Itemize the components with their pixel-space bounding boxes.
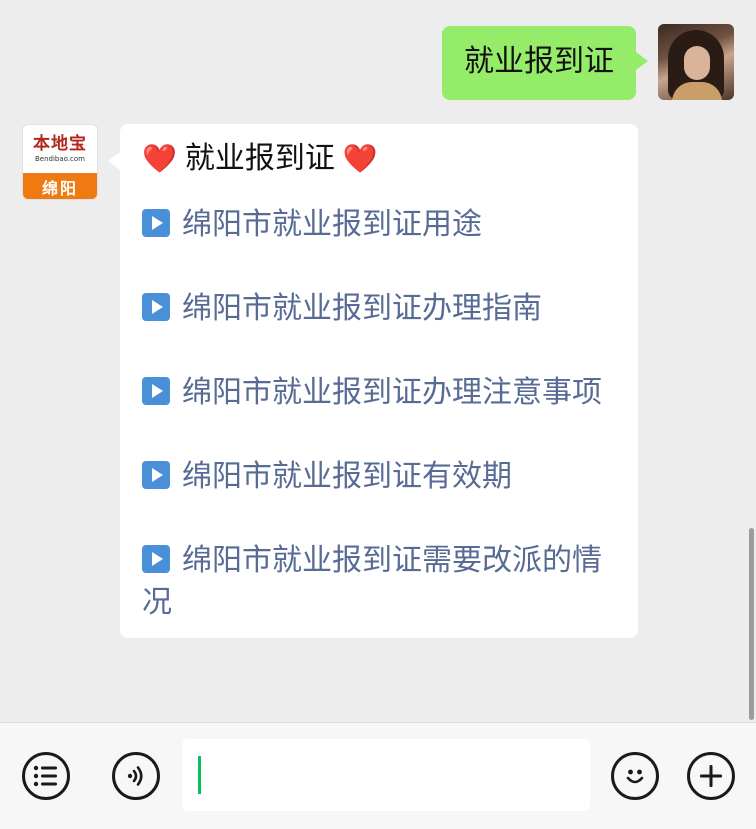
message-title: ❤️ 就业报到证 ❤️ bbox=[142, 136, 618, 182]
user-avatar[interactable] bbox=[658, 24, 734, 100]
play-icon bbox=[142, 461, 170, 489]
link-text: 绵阳市就业报到证用途 bbox=[182, 207, 482, 242]
avatar-face bbox=[684, 46, 710, 80]
input-toolbar bbox=[0, 722, 756, 829]
link-item-validity[interactable]: 绵阳市就业报到证有效期 bbox=[142, 456, 618, 498]
play-icon bbox=[142, 377, 170, 405]
link-text: 绵阳市就业报到证办理指南 bbox=[182, 291, 542, 326]
outgoing-message-row: 就业报到证 bbox=[442, 24, 734, 100]
bot-logo-city: 绵阳 bbox=[23, 173, 97, 199]
incoming-message-bubble: ❤️ 就业报到证 ❤️ 绵阳市就业报到证用途 绵阳市就业报到证办理指南 绵阳市就… bbox=[108, 124, 638, 638]
play-icon bbox=[142, 209, 170, 237]
bot-logo: 本地宝 Bendibao.com bbox=[23, 125, 97, 173]
voice-button[interactable] bbox=[112, 752, 160, 800]
chat-area[interactable]: 就业报到证 本地宝 Bendibao.com 绵阳 ❤️ 就业报到证 ❤️ 绵阳… bbox=[0, 0, 756, 722]
plus-icon bbox=[700, 765, 722, 787]
play-icon bbox=[142, 293, 170, 321]
heart-icon: ❤️ bbox=[342, 142, 378, 175]
play-icon bbox=[142, 545, 170, 573]
link-item-usage[interactable]: 绵阳市就业报到证用途 bbox=[142, 204, 618, 246]
more-button[interactable] bbox=[687, 752, 735, 800]
link-item-guide[interactable]: 绵阳市就业报到证办理指南 bbox=[142, 288, 618, 330]
scrollbar[interactable] bbox=[749, 528, 754, 720]
emoji-icon bbox=[626, 769, 644, 784]
voice-icon bbox=[127, 766, 143, 786]
link-text: 绵阳市就业报到证有效期 bbox=[182, 459, 512, 494]
outgoing-message-bubble[interactable]: 就业报到证 bbox=[442, 26, 648, 100]
menu-list-icon bbox=[33, 765, 57, 787]
text-caret bbox=[198, 756, 201, 794]
menu-button[interactable] bbox=[22, 752, 70, 800]
link-item-reassignment[interactable]: 绵阳市就业报到证需要改派的情况 bbox=[142, 540, 618, 624]
heart-icon: ❤️ bbox=[142, 142, 177, 175]
link-text: 绵阳市就业报到证办理注意事项 bbox=[182, 375, 602, 410]
bot-logo-domain: Bendibao.com bbox=[34, 155, 85, 163]
message-title-text: 就业报到证 bbox=[184, 141, 335, 176]
bot-logo-name: 本地宝 bbox=[33, 134, 87, 154]
bot-avatar[interactable]: 本地宝 Bendibao.com 绵阳 bbox=[22, 124, 98, 200]
emoji-button[interactable] bbox=[611, 752, 659, 800]
message-input[interactable] bbox=[182, 739, 590, 811]
link-text: 绵阳市就业报到证需要改派的情况 bbox=[142, 543, 602, 620]
link-item-notes[interactable]: 绵阳市就业报到证办理注意事项 bbox=[142, 372, 618, 414]
